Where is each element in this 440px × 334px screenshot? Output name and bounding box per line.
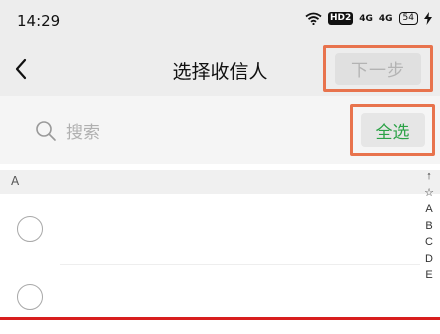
- section-header: A: [0, 170, 440, 194]
- index-item-a[interactable]: A: [425, 201, 432, 218]
- index-item-star[interactable]: ☆: [424, 185, 434, 202]
- select-all-button[interactable]: 全选: [360, 113, 425, 147]
- next-button-highlight: 下一步: [323, 45, 433, 92]
- radio-button[interactable]: [17, 216, 43, 242]
- index-item-c[interactable]: C: [425, 234, 433, 251]
- status-time: 14:29: [17, 12, 61, 30]
- index-item-b[interactable]: B: [425, 218, 432, 235]
- list-item[interactable]: [0, 264, 420, 334]
- nav-bar: 选择收信人 下一步: [0, 42, 440, 96]
- select-all-highlight: 全选: [350, 104, 435, 156]
- signal-1-icon: 4G: [359, 13, 373, 24]
- status-icons: HD2 4G 4G 54: [305, 12, 432, 25]
- list-item[interactable]: [0, 194, 420, 265]
- index-item-e[interactable]: E: [425, 267, 432, 284]
- alphabet-index-bar[interactable]: ↑ ☆ A B C D E: [421, 168, 437, 284]
- wifi-icon: [305, 12, 322, 25]
- index-item-top[interactable]: ↑: [426, 168, 432, 185]
- contact-list: [0, 194, 440, 320]
- hd-badge: HD2: [327, 12, 354, 25]
- next-button[interactable]: 下一步: [335, 52, 421, 85]
- battery-icon: 54: [398, 12, 418, 25]
- charging-icon: [424, 12, 432, 25]
- search-row: 搜索 全选: [0, 96, 440, 164]
- status-bar: 14:29 HD2 4G 4G 54: [0, 0, 440, 42]
- index-item-d[interactable]: D: [425, 251, 433, 268]
- radio-button[interactable]: [17, 284, 43, 310]
- signal-2-icon: 4G: [378, 13, 393, 24]
- search-icon: [36, 121, 56, 141]
- search-input[interactable]: 搜索: [66, 118, 100, 143]
- section-letter: A: [11, 174, 20, 188]
